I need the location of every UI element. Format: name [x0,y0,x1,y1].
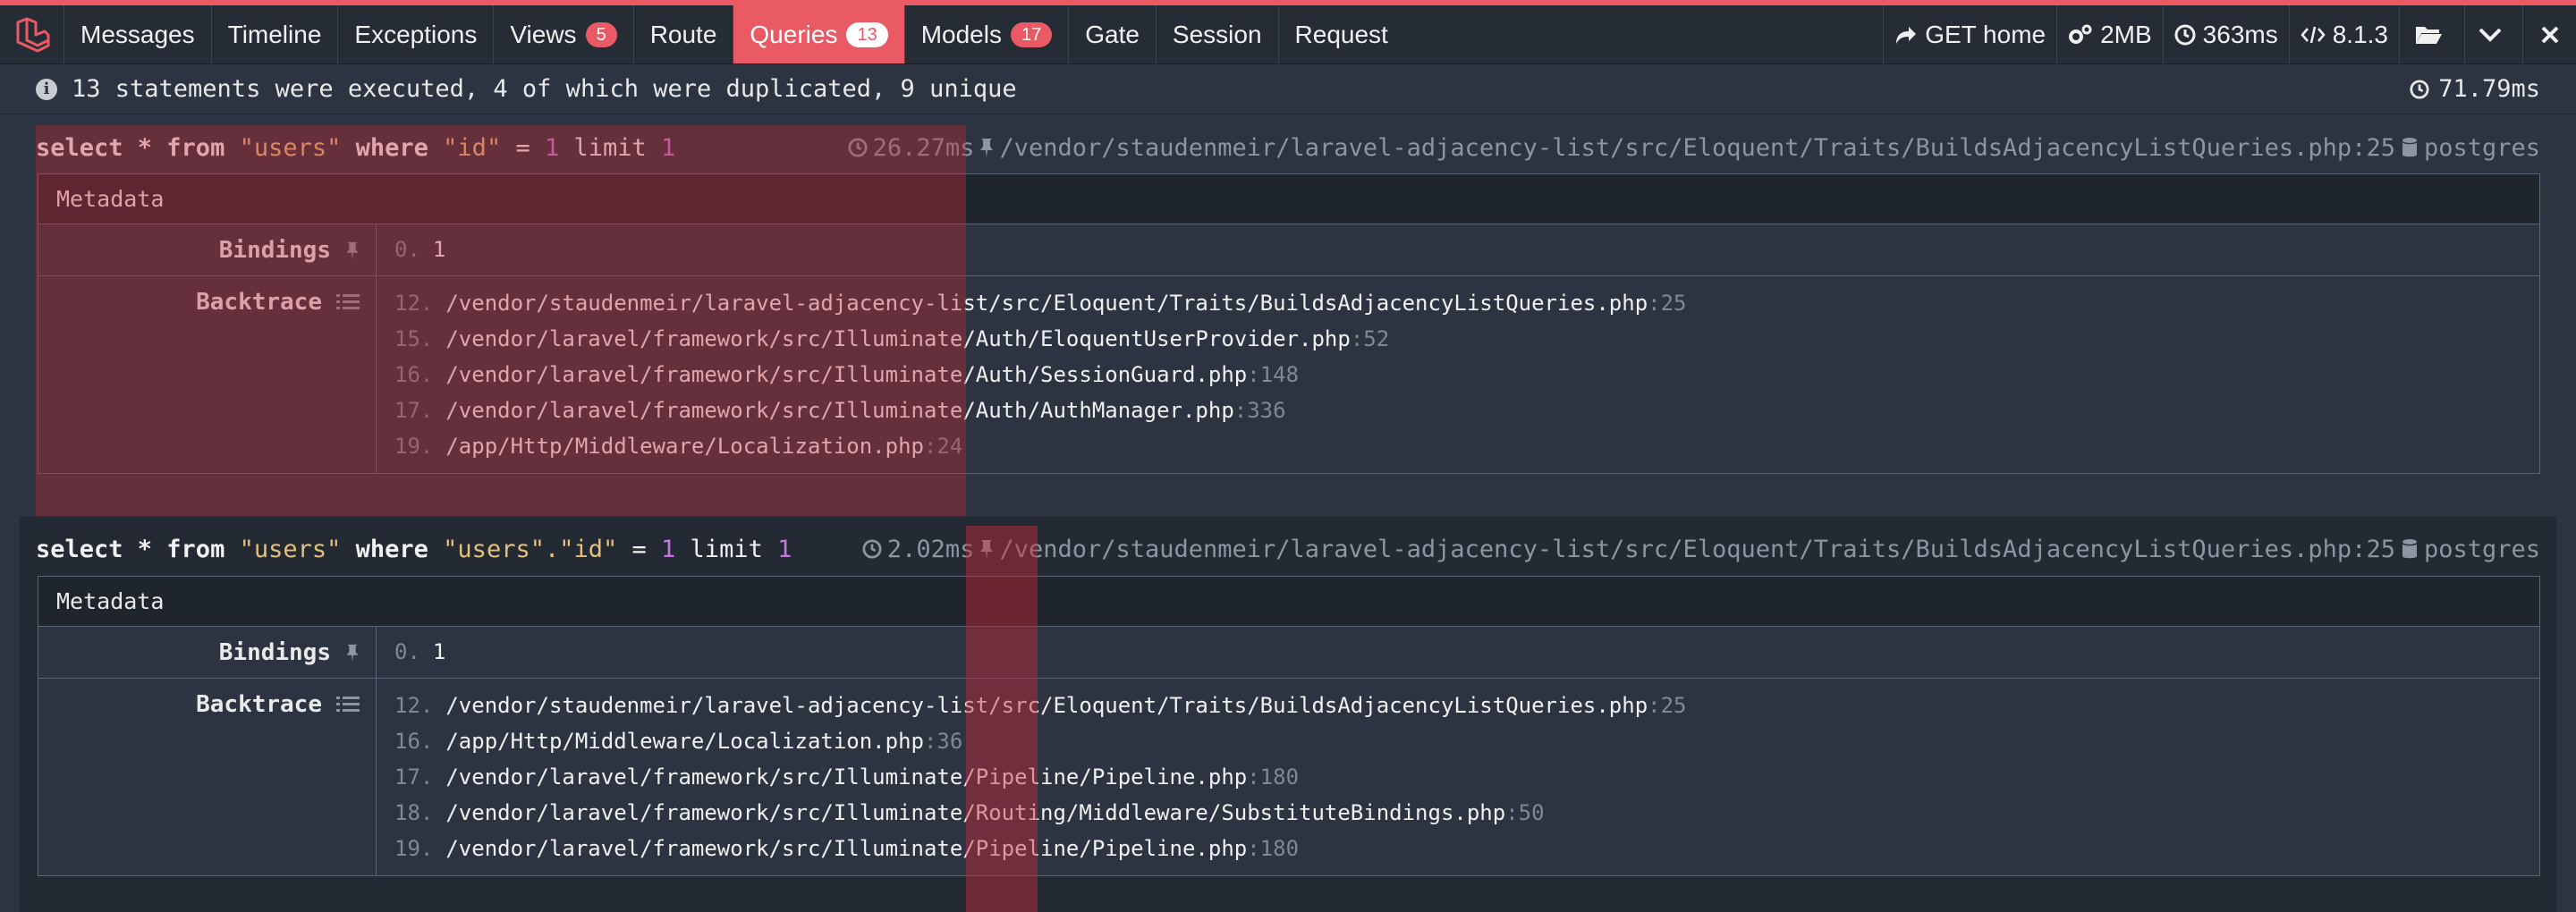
gears-icon [2069,24,2092,44]
database-icon [2402,539,2417,559]
php-version-indicator[interactable]: 8.1.3 [2288,5,2399,63]
backtrace-label: Backtrace [38,276,377,473]
database-icon [2402,138,2417,157]
tab-queries[interactable]: Queries 13 [733,5,905,63]
close-icon [2541,26,2558,43]
backtrace-line[interactable]: 16./app/Http/Middleware/Localization.php… [394,723,2521,759]
backtrace-line[interactable]: 17./vendor/laravel/framework/src/Illumin… [394,393,2521,428]
query-duration: 26.27ms [872,133,975,162]
sql-text: select * from "users" where "id" = 1 lim… [36,133,676,162]
thumbtack-icon [980,139,994,157]
clock-icon [2410,79,2429,99]
query-statement[interactable]: select * from "users" where "users"."id"… [20,517,2556,912]
backtrace-row: Backtrace 12./vendor/staudenmeir/laravel… [38,276,2539,473]
queries-summary-bar: i 13 statements were executed, 4 of whic… [0,64,2576,114]
tab-gate[interactable]: Gate [1069,5,1157,63]
clock-icon [2174,24,2196,45]
close-button[interactable] [2522,5,2576,63]
chevron-down-icon [2479,28,2502,42]
query-statement[interactable]: select * from "users" where "id" = 1 lim… [20,122,2556,474]
tab-exceptions[interactable]: Exceptions [338,5,495,63]
debugbar-header: Messages Timeline Exceptions Views 5 Rout… [0,5,2576,64]
models-count-badge: 17 [1010,21,1053,47]
tab-route[interactable]: Route [634,5,734,63]
bindings-label: Bindings [38,627,377,678]
query-connection: postgres [2423,133,2540,162]
backtrace-line[interactable]: 15./vendor/laravel/framework/src/Illumin… [394,321,2521,357]
queries-count-badge: 13 [846,21,888,47]
metadata-table: Metadata Bindings 0. 1 Backtrace 12./vend… [38,173,2540,474]
backtrace-line[interactable]: 19./app/Http/Middleware/Localization.php… [394,428,2521,464]
metadata-table: Metadata Bindings 0. 1 Backtrace 12./vend… [38,576,2540,876]
query-meta: 26.27ms /vendor/staudenmeir/laravel-adja… [843,134,2540,162]
backtrace-line[interactable]: 18./vendor/laravel/framework/src/Illumin… [394,795,2521,831]
tab-models[interactable]: Models 17 [905,5,1070,63]
queries-summary-text: 13 statements were executed, 4 of which … [72,75,1017,103]
info-icon: i [36,78,57,100]
list-icon[interactable] [336,292,360,312]
tab-views[interactable]: Views 5 [494,5,634,63]
share-arrow-icon [1896,26,1917,44]
route-indicator[interactable]: GET home [1883,5,2056,63]
backtrace-line[interactable]: 19./vendor/laravel/framework/src/Illumin… [394,831,2521,866]
code-icon [2301,26,2326,43]
query-connection: postgres [2423,535,2540,563]
thumbtack-icon [980,540,994,559]
backtrace-line[interactable]: 12./vendor/staudenmeir/laravel-adjacency… [394,688,2521,723]
tab-messages[interactable]: Messages [64,5,212,63]
metadata-header: Metadata [38,577,2539,627]
tab-timeline[interactable]: Timeline [212,5,339,63]
laravel-logo-icon[interactable] [0,5,64,63]
views-count-badge: 5 [585,21,617,47]
thumbtack-icon[interactable] [345,241,360,260]
backtrace-label: Backtrace [38,679,377,875]
clock-icon [862,539,882,559]
backtrace-line[interactable]: 17./vendor/laravel/framework/src/Illumin… [394,759,2521,795]
thumbtack-icon[interactable] [345,643,360,663]
sql-text: select * from "users" where "users"."id"… [36,535,792,563]
clock-icon [848,138,868,157]
backtrace-row: Backtrace 12./vendor/staudenmeir/laravel… [38,679,2539,875]
query-duration: 2.02ms [886,535,975,563]
open-folder-button[interactable] [2399,5,2464,63]
query-source[interactable]: /vendor/staudenmeir/laravel-adjacency-li… [999,536,2395,563]
bindings-row: Bindings 0. 1 [38,224,2539,276]
list-icon[interactable] [336,695,360,714]
total-time: 71.79ms [2410,75,2540,103]
query-source[interactable]: /vendor/staudenmeir/laravel-adjacency-li… [999,134,2395,162]
metadata-header: Metadata [38,174,2539,224]
tab-request[interactable]: Request [1279,5,1404,63]
time-indicator[interactable]: 363ms [2162,5,2289,63]
backtrace-line[interactable]: 12./vendor/staudenmeir/laravel-adjacency… [394,285,2521,321]
bindings-row: Bindings 0. 1 [38,627,2539,679]
backtrace-line[interactable]: 16./vendor/laravel/framework/src/Illumin… [394,357,2521,393]
folder-open-icon [2416,26,2442,44]
query-meta: 2.02ms /vendor/staudenmeir/laravel-adjac… [857,536,2540,563]
memory-indicator[interactable]: 2MB [2056,5,2163,63]
tab-session[interactable]: Session [1157,5,1279,63]
bindings-label: Bindings [38,224,377,275]
minimize-button[interactable] [2464,5,2522,63]
